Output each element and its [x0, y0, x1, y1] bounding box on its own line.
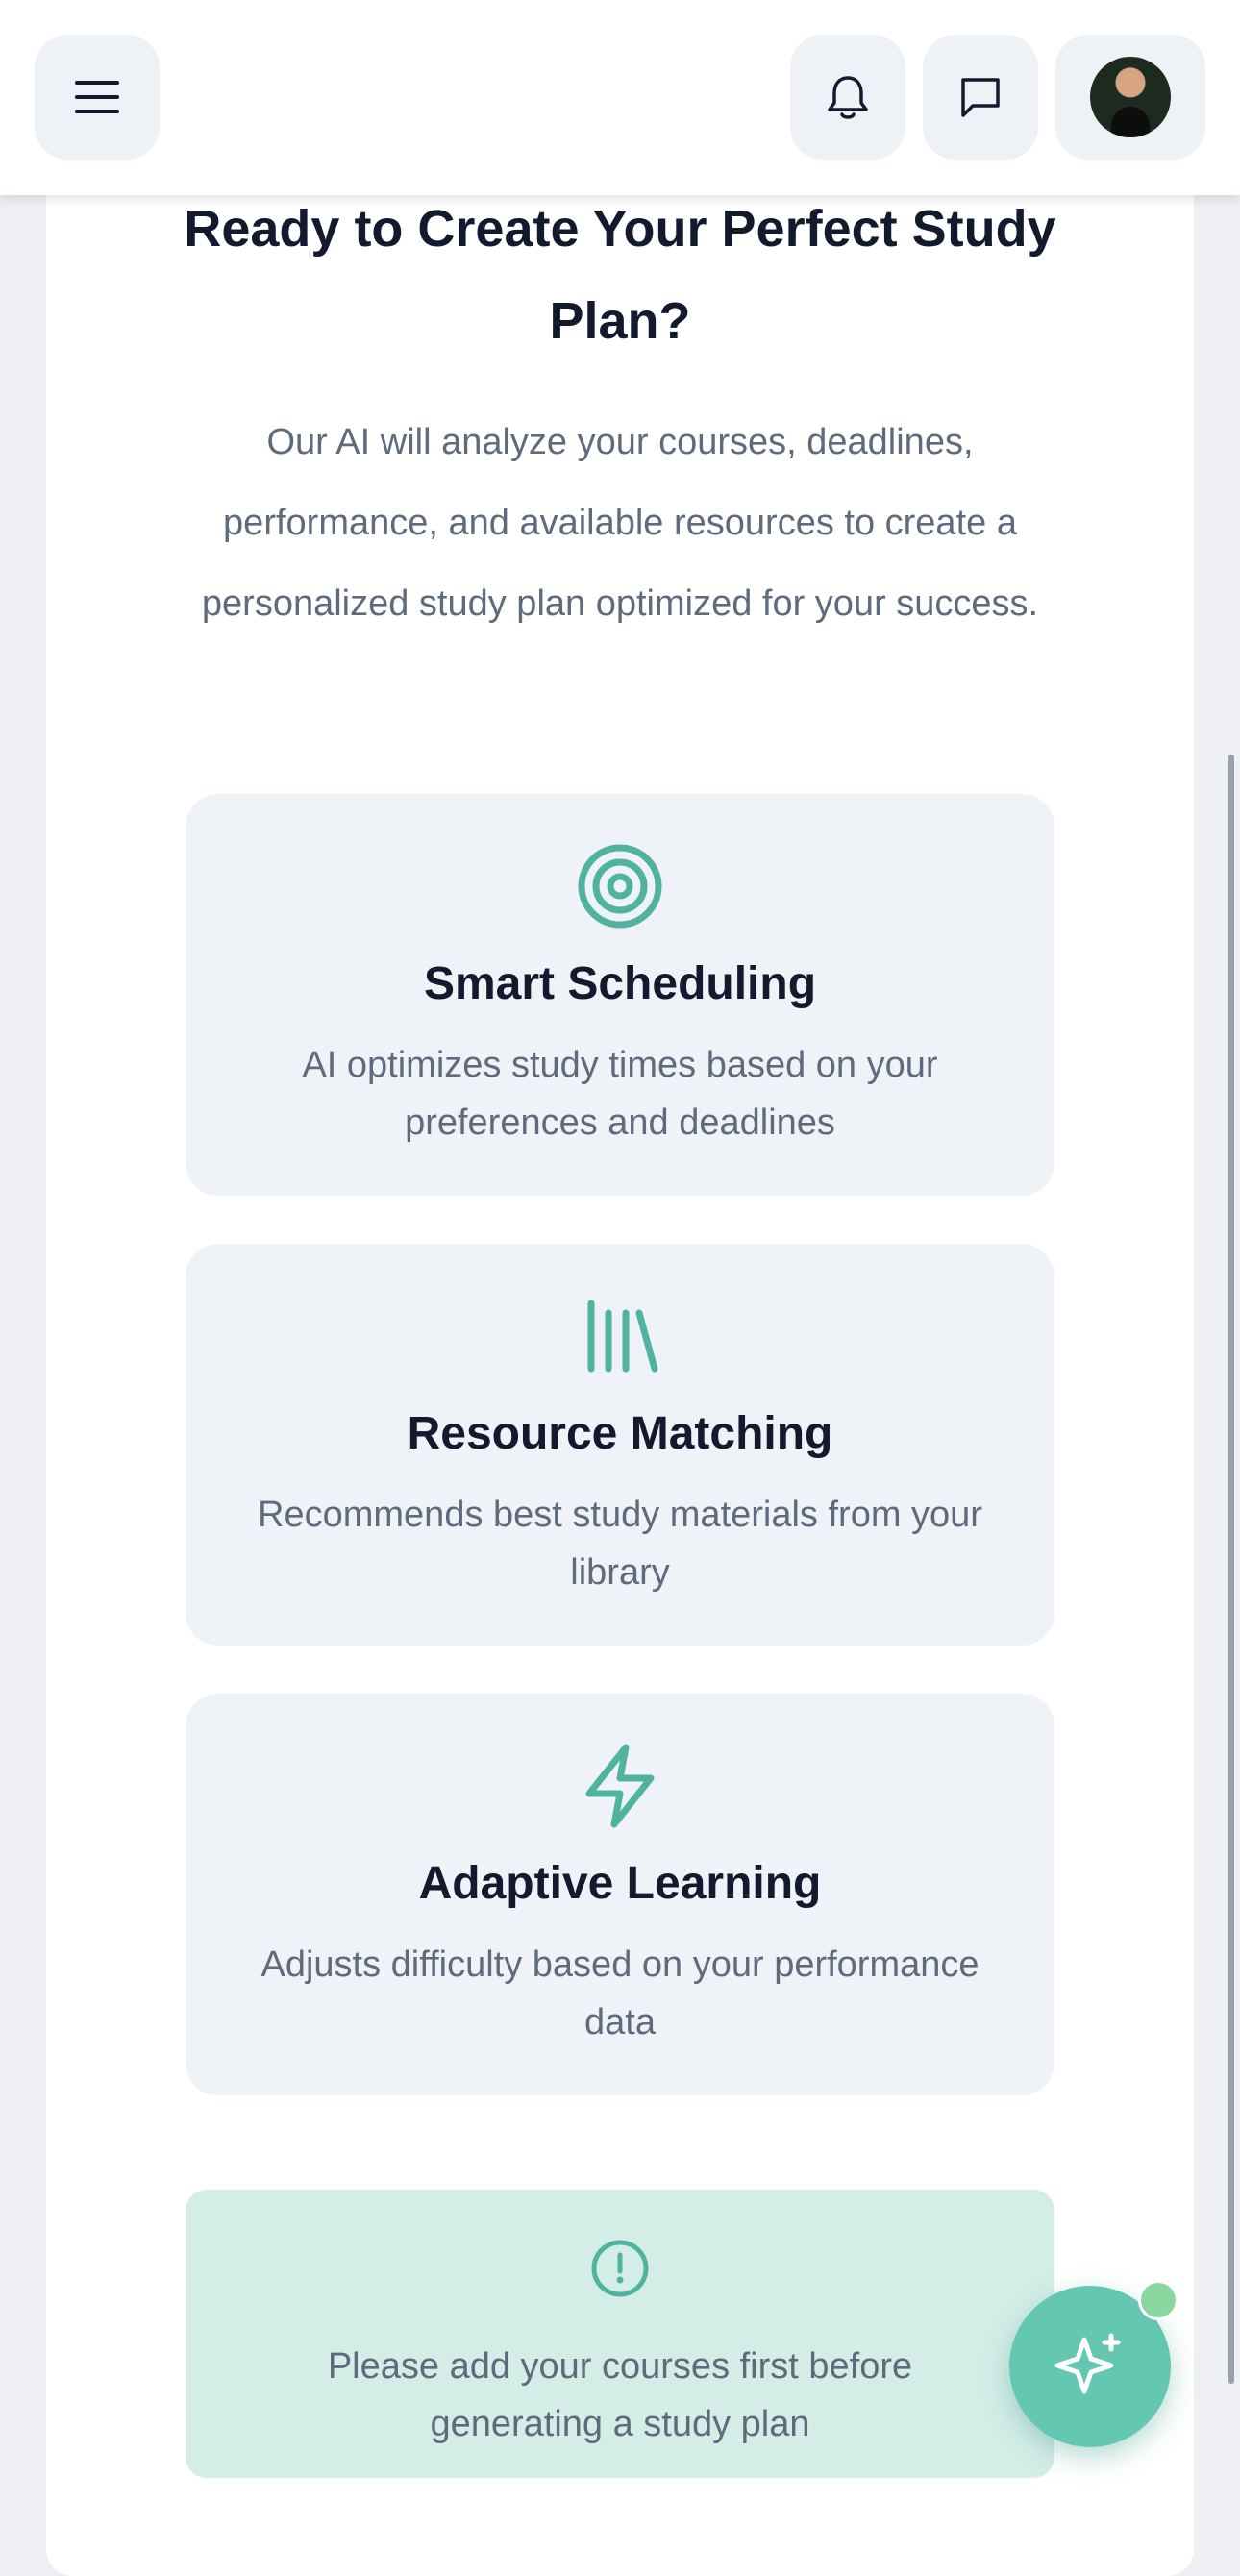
messages-button[interactable] [923, 35, 1038, 160]
feature-card-adaptive-learning: Adaptive Learning Adjusts difficulty bas… [186, 1694, 1054, 2095]
bell-icon [828, 76, 868, 119]
feature-card-resource-matching: Resource Matching Recommends best study … [186, 1244, 1054, 1646]
page-title: Ready to Create Your Perfect Study Plan? [184, 200, 1056, 350]
profile-button[interactable] [1055, 35, 1205, 160]
hamburger-menu-icon [75, 81, 119, 113]
lightning-icon [585, 1744, 655, 1828]
online-indicator [1138, 2280, 1178, 2320]
feature-description: Recommends best study materials from you… [258, 1495, 982, 1593]
feature-title: Adaptive Learning [418, 1858, 822, 1909]
scrollbar-thumb[interactable] [1228, 755, 1234, 2384]
notice-text: Please add your courses first before gen… [327, 2346, 913, 2444]
chat-bubble-icon [961, 78, 1000, 117]
notifications-button[interactable] [790, 35, 905, 160]
library-icon [587, 1300, 658, 1373]
intro-text: Our AI will analyze your courses, deadli… [201, 422, 1039, 624]
feature-card-smart-scheduling: Smart Scheduling AI optimizes study time… [186, 794, 1054, 1196]
feature-description: Adjusts difficulty based on your perform… [260, 1944, 980, 2043]
menu-button[interactable] [35, 35, 160, 160]
scrollbar[interactable] [1225, 192, 1234, 2499]
target-icon [578, 844, 662, 929]
feature-title: Smart Scheduling [423, 958, 817, 1009]
alert-circle-icon [591, 2240, 649, 2297]
user-avatar [1090, 57, 1171, 137]
top-bar [0, 0, 1240, 195]
feature-description: AI optimizes study times based on your p… [302, 1045, 938, 1143]
add-courses-notice: Please add your courses first before gen… [186, 2190, 1054, 2478]
sparkles-icon [1054, 2333, 1121, 2394]
feature-title: Resource Matching [407, 1408, 833, 1459]
